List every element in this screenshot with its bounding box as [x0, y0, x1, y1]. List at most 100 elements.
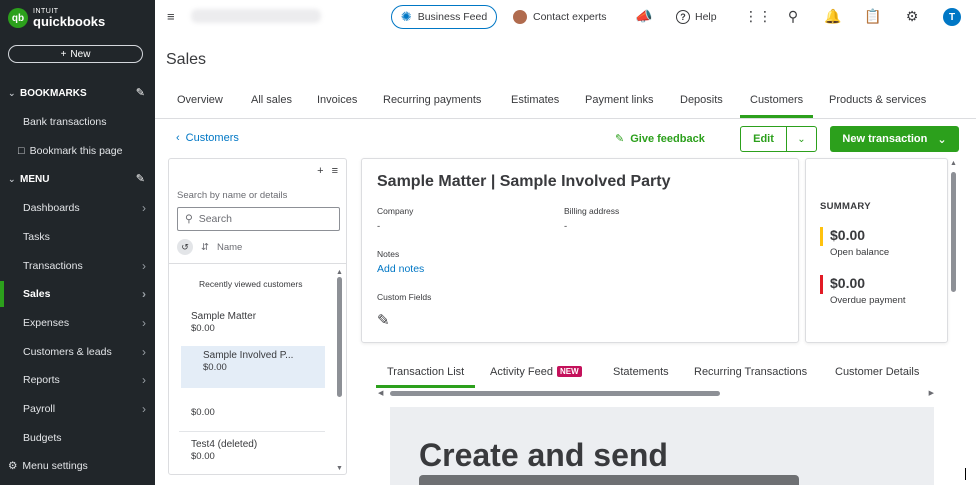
list-options-icon[interactable]: ≡ — [332, 165, 338, 177]
overdue-label: Overdue payment — [830, 295, 906, 306]
sidebar-item-label: Tasks — [23, 231, 50, 243]
tab-activity-feed[interactable]: Activity Feed NEW — [490, 366, 582, 386]
tab-transaction-list[interactable]: Transaction List — [375, 366, 476, 388]
sidebar-item-reports[interactable]: Reports › — [0, 367, 155, 393]
scroll-down-icon[interactable]: ▼ — [336, 465, 343, 472]
new-badge: NEW — [556, 366, 582, 377]
sidebar-item-customers-leads[interactable]: Customers & leads › — [0, 339, 155, 365]
scroll-thumb[interactable] — [951, 172, 956, 292]
chevron-right-icon: › — [142, 373, 146, 387]
list-scrollbar[interactable]: ▲ ▼ — [336, 269, 344, 474]
bookmark-bank-transactions[interactable]: Bank transactions — [0, 109, 155, 135]
help-button[interactable]: ? Help — [676, 10, 717, 24]
customer-name: Sample Involved P... — [203, 350, 294, 361]
chevron-down-icon: ⌄ — [937, 133, 947, 146]
scroll-left-icon[interactable]: ◀ — [378, 389, 383, 397]
tab-customer-details[interactable]: Customer Details — [835, 366, 919, 386]
open-balance-label: Open balance — [830, 247, 890, 258]
sidebar-item-label: Budgets — [23, 432, 62, 444]
apps-grid-icon[interactable]: ⋮⋮ — [744, 8, 772, 25]
scroll-thumb[interactable] — [390, 391, 720, 396]
summary-header: SUMMARY — [820, 201, 871, 212]
chevron-right-icon: › — [142, 287, 146, 301]
list-item-selected[interactable]: Sample Involved P... $0.00 — [181, 346, 325, 388]
right-scrollbar[interactable]: ▲ — [950, 160, 958, 340]
customer-amount: $0.00 — [191, 323, 215, 334]
edit-menu-pencil-icon[interactable]: ✎ — [136, 172, 145, 185]
list-item[interactable]: Test4 (deleted) $0.00 — [179, 435, 325, 466]
collapse-menu-icon[interactable]: ≡ — [167, 9, 175, 24]
tab-invoices[interactable]: Invoices — [317, 94, 357, 118]
logo-product-text: quickbooks — [33, 14, 106, 29]
edit-dropdown-chevron-icon[interactable]: ⌄ — [787, 127, 816, 151]
tab-statements[interactable]: Statements — [613, 366, 669, 386]
contact-experts-label: Contact experts — [533, 11, 607, 23]
back-link-label: Customers — [185, 132, 239, 144]
sort-by-name[interactable]: Name — [217, 242, 242, 253]
customer-details-card: Sample Matter | Sample Involved Party Co… — [361, 158, 799, 343]
sidebar-item-transactions[interactable]: Transactions › — [0, 253, 155, 279]
sidebar-item-expenses[interactable]: Expenses › — [0, 310, 155, 336]
edit-button[interactable]: Edit — [741, 127, 787, 151]
business-feed-button[interactable]: ✺ Business Feed — [391, 5, 497, 29]
megaphone-icon[interactable]: 📣 — [635, 8, 653, 25]
gear-icon[interactable]: ⚙ — [903, 8, 921, 25]
search-placeholder: Search — [198, 213, 232, 225]
sidebar-item-sales[interactable]: Sales › — [0, 281, 155, 307]
tabs-horizontal-scrollbar[interactable]: ◀ ▶ — [378, 389, 934, 397]
bell-icon[interactable]: 🔔 — [824, 8, 842, 25]
sidebar-item-budgets[interactable]: Budgets — [0, 425, 155, 451]
list-item[interactable]: Sample Matter $0.00 — [179, 307, 325, 338]
help-label: Help — [695, 11, 717, 23]
clipboard-check-icon[interactable]: 📋 — [864, 8, 882, 25]
tab-overview[interactable]: Overview — [177, 94, 223, 118]
search-icon[interactable]: ⚲ — [784, 8, 802, 25]
menu-section-header[interactable]: ⌄ MENU ✎ — [0, 168, 155, 190]
list-item[interactable]: $0.00 — [179, 391, 325, 431]
user-avatar[interactable]: T — [943, 8, 961, 26]
edit-bookmarks-pencil-icon[interactable]: ✎ — [136, 86, 145, 99]
company-name-redacted — [191, 9, 321, 23]
tab-deposits[interactable]: Deposits — [680, 94, 723, 118]
bookmark-this-page[interactable]: □ Bookmark this page — [0, 138, 155, 164]
bookmarks-section-header[interactable]: ⌄ BOOKMARKS ✎ — [0, 82, 155, 104]
contact-experts-button[interactable]: Contact experts — [513, 10, 607, 24]
customer-amount: $0.00 — [203, 362, 227, 373]
tab-payment-links[interactable]: Payment links — [585, 94, 653, 118]
empty-state-promo: Create and send — [390, 407, 934, 485]
tab-estimates[interactable]: Estimates — [511, 94, 559, 118]
tab-all-sales[interactable]: All sales — [251, 94, 292, 118]
customer-title: Sample Matter | Sample Involved Party — [377, 173, 671, 190]
tab-recurring-payments[interactable]: Recurring payments — [383, 94, 481, 118]
company-value: - — [377, 221, 381, 232]
add-notes-link[interactable]: Add notes — [377, 263, 424, 275]
give-feedback-button[interactable]: ✎ Give feedback — [615, 132, 705, 146]
sidebar-item-payroll[interactable]: Payroll › — [0, 396, 155, 422]
tab-recurring-transactions[interactable]: Recurring Transactions — [694, 366, 807, 386]
promo-headline: Create and send — [419, 437, 668, 473]
menu-header-label: MENU — [20, 173, 50, 185]
sort-toggle-icon[interactable]: ⇵ — [201, 242, 209, 253]
bookmark-label: Bookmark this page — [29, 145, 123, 157]
customer-list-panel: + ≡ Search by name or details ⚲ Search ↺… — [168, 158, 347, 475]
bookmark-label: Bank transactions — [23, 116, 107, 128]
history-icon[interactable]: ↺ — [177, 239, 193, 255]
sidebar-item-dashboards[interactable]: Dashboards › — [0, 195, 155, 221]
scroll-up-icon[interactable]: ▲ — [336, 269, 343, 276]
tab-products-services[interactable]: Products & services — [829, 94, 926, 118]
scroll-thumb[interactable] — [337, 277, 342, 397]
back-to-customers-link[interactable]: ‹ Customers — [176, 132, 239, 144]
new-button[interactable]: + New — [8, 45, 143, 63]
add-customer-plus-icon[interactable]: + — [317, 165, 323, 177]
scroll-right-icon[interactable]: ▶ — [929, 389, 934, 397]
scroll-up-icon[interactable]: ▲ — [950, 160, 957, 167]
edit-pencil-icon[interactable]: ✎ — [377, 311, 390, 329]
tab-customers[interactable]: Customers — [739, 94, 814, 118]
new-transaction-button[interactable]: New transaction ⌄ — [830, 126, 959, 152]
sidebar-item-tasks[interactable]: Tasks — [0, 224, 155, 250]
sidebar-item-label: Sales — [23, 288, 51, 300]
menu-settings-button[interactable]: ⚙ Menu settings — [8, 460, 88, 472]
chevron-right-icon: › — [142, 402, 146, 416]
customer-search-input[interactable]: ⚲ Search — [177, 207, 340, 231]
quickbooks-logo[interactable]: qb INTUIT quickbooks — [8, 8, 105, 28]
